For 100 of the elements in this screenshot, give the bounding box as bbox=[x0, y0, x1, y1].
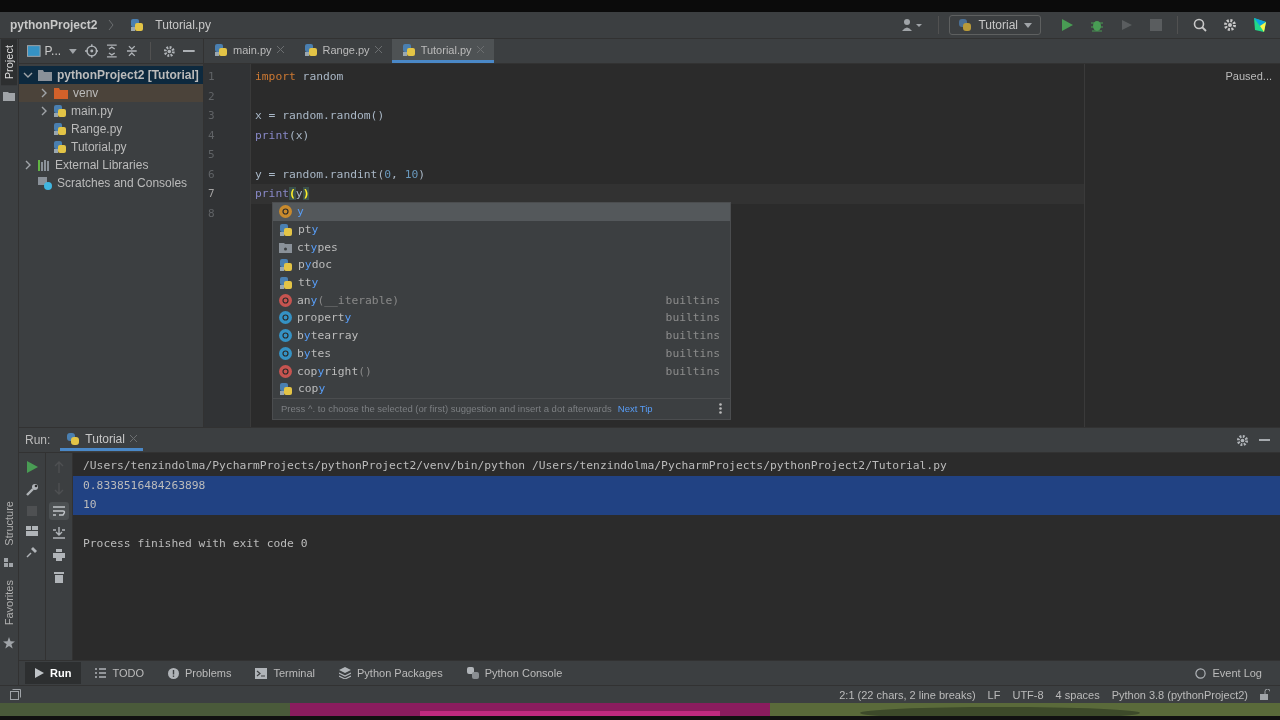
structure-tool-tab[interactable]: Structure bbox=[1, 495, 17, 552]
console-line: Process finished with exit code 0 bbox=[83, 537, 308, 550]
editor-tab[interactable]: Tutorial.py bbox=[391, 39, 494, 63]
chevron-icon[interactable] bbox=[39, 106, 49, 116]
caret-icon bbox=[1024, 22, 1032, 28]
panel-title: Run: bbox=[25, 433, 51, 447]
tool-window-tab[interactable]: Python Console bbox=[456, 662, 573, 684]
code-line: x = random.random() bbox=[255, 109, 385, 122]
completion-item[interactable]: copyright() builtins bbox=[273, 362, 730, 380]
console-line: 0.8338516484263898 bbox=[83, 478, 206, 492]
speech-bubble-icon bbox=[1195, 667, 1207, 679]
tree-item[interactable]: main.py bbox=[71, 104, 114, 118]
completion-item[interactable]: pydoc bbox=[273, 256, 730, 274]
trash-icon[interactable] bbox=[54, 571, 64, 583]
console-line: 10 bbox=[83, 498, 97, 511]
folder-icon bbox=[53, 86, 69, 100]
editor-tab[interactable]: main.py bbox=[204, 39, 294, 63]
status-item[interactable]: LF bbox=[987, 688, 1001, 701]
tree-item[interactable]: External Libraries bbox=[55, 158, 149, 172]
collapse-all-icon[interactable] bbox=[126, 44, 138, 58]
line-number: 7 bbox=[207, 186, 216, 202]
breadcrumb[interactable]: pythonProject2 bbox=[10, 18, 98, 32]
settings-icon[interactable] bbox=[1223, 18, 1237, 32]
code-line: print(x) bbox=[255, 128, 310, 142]
layers-icon bbox=[339, 667, 351, 679]
class-icon bbox=[279, 311, 292, 325]
completion-item[interactable]: bytes builtins bbox=[273, 344, 730, 363]
tool-window-tab[interactable]: Python Packages bbox=[329, 662, 453, 684]
favorites-tool-tab[interactable]: Favorites bbox=[1, 573, 17, 631]
completion-item[interactable]: tty bbox=[273, 273, 730, 292]
tree-item[interactable]: Scratches and Consoles bbox=[57, 176, 188, 190]
tool-window-tab[interactable]: Run bbox=[25, 662, 82, 684]
breadcrumb[interactable]: Tutorial.py bbox=[155, 18, 211, 32]
search-icon[interactable] bbox=[1193, 18, 1207, 32]
completion-item[interactable]: bytearray builtins bbox=[273, 326, 730, 345]
play-icon bbox=[35, 668, 44, 678]
scratches-icon bbox=[37, 176, 53, 190]
libraries-icon bbox=[37, 159, 51, 171]
caret-icon[interactable] bbox=[69, 48, 77, 54]
class-icon bbox=[279, 329, 292, 343]
pin-icon[interactable] bbox=[26, 546, 38, 558]
settings-icon[interactable] bbox=[1236, 433, 1249, 447]
soft-wrap-icon[interactable] bbox=[49, 502, 69, 520]
lock-icon[interactable] bbox=[1260, 689, 1270, 700]
python-icon bbox=[466, 667, 479, 679]
star-icon[interactable] bbox=[3, 637, 15, 649]
chevron-icon[interactable] bbox=[23, 70, 33, 80]
terminal-icon bbox=[255, 667, 268, 679]
completion-item[interactable]: any(__iterable) builtins bbox=[273, 291, 730, 310]
rerun-icon[interactable] bbox=[26, 461, 38, 473]
status-item[interactable]: Python 3.8 (pythonProject2) bbox=[1111, 688, 1248, 701]
run-icon[interactable] bbox=[1060, 18, 1074, 32]
info-icon bbox=[167, 667, 179, 679]
event-log-button[interactable]: Event Log bbox=[1185, 662, 1272, 684]
view-selector[interactable]: P... bbox=[44, 44, 62, 58]
completion-item[interactable]: ctypes bbox=[273, 238, 730, 257]
tree-item[interactable]: venv bbox=[73, 86, 99, 100]
wrench-icon[interactable] bbox=[25, 483, 39, 496]
python-file-icon bbox=[53, 122, 67, 136]
folder-icon[interactable] bbox=[3, 91, 15, 102]
python-file-icon bbox=[401, 42, 416, 57]
tree-item[interactable]: Range.py bbox=[71, 122, 123, 136]
layout-icon[interactable] bbox=[26, 526, 38, 536]
python-file-icon bbox=[279, 381, 293, 396]
tool-window-tab[interactable]: Problems bbox=[157, 662, 242, 684]
chevron-icon[interactable] bbox=[39, 88, 49, 98]
chevron-icon bbox=[108, 19, 115, 31]
python-file-icon bbox=[279, 222, 293, 237]
debug-icon[interactable] bbox=[1090, 18, 1104, 32]
settings-icon[interactable] bbox=[162, 44, 176, 58]
expand-all-icon[interactable] bbox=[106, 44, 119, 58]
completion-item[interactable]: property builtins bbox=[273, 309, 730, 327]
python-file-icon bbox=[130, 18, 145, 32]
locate-icon[interactable] bbox=[84, 44, 99, 58]
completion-item[interactable]: pty bbox=[273, 220, 730, 239]
tool-window-tab[interactable]: Terminal bbox=[245, 662, 325, 684]
more-icon[interactable] bbox=[719, 403, 722, 415]
console-line: /Users/tenzindolma/PycharmProjects/pythonProject2/venv/bin/python /Users/tenzindolma/PycharmProjects/pythonProject2/Tutorial.py bbox=[83, 459, 947, 472]
completion-item[interactable]: copy bbox=[273, 379, 730, 398]
chevron-icon[interactable] bbox=[23, 160, 33, 170]
next-tip-link[interactable]: Next Tip bbox=[617, 403, 653, 415]
list-icon bbox=[95, 668, 107, 678]
print-icon[interactable] bbox=[53, 549, 65, 561]
project-tool-tab[interactable]: Project bbox=[1, 39, 17, 86]
scroll-to-end-icon[interactable] bbox=[53, 527, 65, 539]
structure-icon[interactable] bbox=[4, 557, 14, 568]
tree-item[interactable]: Tutorial.py bbox=[71, 140, 127, 154]
console-tab[interactable]: Tutorial bbox=[60, 429, 143, 451]
run-config-dropdown[interactable]: Tutorial bbox=[949, 15, 1041, 35]
python-file-icon bbox=[303, 42, 318, 57]
python-file-icon bbox=[279, 275, 293, 290]
user-icon[interactable] bbox=[901, 18, 924, 32]
status-item[interactable]: 4 spaces bbox=[1055, 688, 1100, 701]
panel-icon bbox=[27, 45, 41, 57]
status-item[interactable]: UTF-8 bbox=[1012, 688, 1044, 701]
app-logo-icon[interactable] bbox=[1253, 17, 1267, 33]
panel-toggle-icon[interactable] bbox=[10, 689, 21, 700]
editor-tab[interactable]: Range.py bbox=[293, 39, 392, 63]
status-item[interactable]: 2:1 (22 chars, 2 line breaks) bbox=[839, 688, 976, 701]
tool-window-tab[interactable]: TODO bbox=[85, 662, 154, 684]
